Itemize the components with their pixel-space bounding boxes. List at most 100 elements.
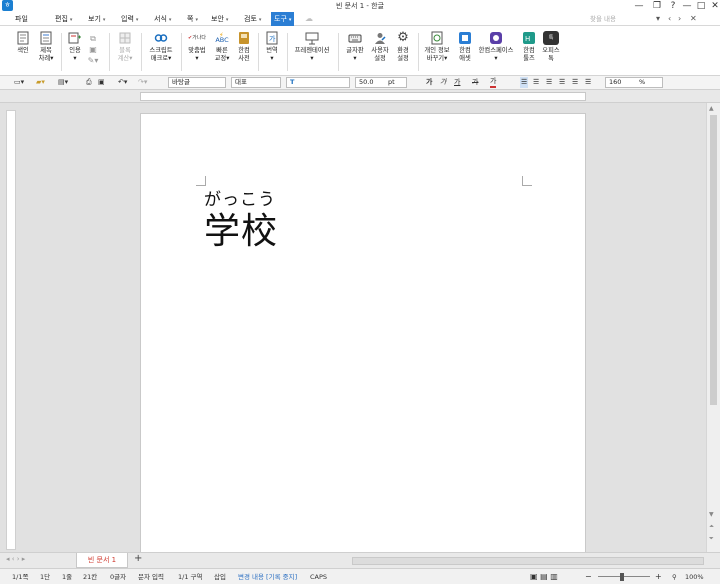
ribbon-separator xyxy=(141,33,142,71)
menu-bar: 파일 편집 ▾ 보기 ▾ 입력 ▾ 서식 ▾ 쪽 ▾ 보안 ▾ 검토 ▾ 도구 ▾ ☁ 찾을 내… xyxy=(0,12,720,26)
spellcheck-button[interactable]: ✔가나다 맞춤법 ▾ xyxy=(184,31,210,75)
hancom-asset-button[interactable]: 한컴 애셋 xyxy=(454,31,476,75)
hancom-tools-button[interactable]: H 한컴 툴즈 xyxy=(518,31,540,75)
menu-insert[interactable]: 입력 ▾ xyxy=(118,12,141,26)
search-prev-icon[interactable]: ‹ xyxy=(668,12,671,24)
ribbon-separator xyxy=(109,33,110,71)
menu-tools[interactable]: 도구 ▾ xyxy=(271,12,295,26)
status-track-changes[interactable]: 변경 내용 [기록 중지] xyxy=(238,569,297,584)
menu-file[interactable]: 파일 xyxy=(12,12,31,26)
ribbon-collapse-button[interactable]: — xyxy=(630,0,648,12)
preferences-button[interactable]: ⚙ 환경 설정 xyxy=(392,31,414,75)
magnifier-icon[interactable]: ⚲ xyxy=(672,569,677,584)
status-insert[interactable]: 삽입 xyxy=(214,569,226,584)
italic-button[interactable]: 가 xyxy=(440,77,446,88)
cloud-icon[interactable]: ☁ xyxy=(305,14,313,23)
menu-edit[interactable]: 편집 ▾ xyxy=(52,12,75,26)
zoom-slider-handle[interactable] xyxy=(620,573,624,581)
translate-button[interactable]: 가 번역 ▾ xyxy=(261,31,283,75)
align-center-icon[interactable]: ☰ xyxy=(546,77,552,88)
redo-icon[interactable]: ↷▾ xyxy=(138,77,147,88)
zoom-out-icon[interactable]: − xyxy=(585,569,592,584)
toc-icon xyxy=(40,31,52,45)
office-talk-button[interactable]: 톡 오피스 톡 xyxy=(540,31,562,75)
open-folder-icon[interactable]: ▰▾ xyxy=(36,77,45,88)
dictionary-button[interactable]: 한컴 사전 xyxy=(234,31,254,75)
menu-format[interactable]: 서식 ▾ xyxy=(151,12,174,26)
citation-icon xyxy=(68,32,81,44)
block-calc-button[interactable]: 블록 계산▾ xyxy=(113,31,137,75)
search-input[interactable]: 찾을 내용 xyxy=(590,14,650,24)
align-distribute-icon[interactable]: ☰ xyxy=(572,77,578,88)
view-mode-icons[interactable]: ▣ ▤ ▥ xyxy=(530,569,558,584)
zoom-in-icon[interactable]: + xyxy=(655,569,662,584)
menu-review[interactable]: 검토 ▾ xyxy=(241,12,264,26)
ribbon-separator xyxy=(418,33,419,71)
scroll-up-icon[interactable]: ▲ xyxy=(709,105,714,112)
menu-view[interactable]: 보기 ▾ xyxy=(85,12,108,26)
align-divide-icon[interactable]: ☰ xyxy=(585,77,591,88)
bold-button[interactable]: 가 xyxy=(426,77,432,88)
font-color-button[interactable]: 가 xyxy=(490,77,497,88)
status-column: 1단 xyxy=(40,573,51,581)
svg-text:H: H xyxy=(525,35,530,43)
chevron-down-icon: ▾ xyxy=(102,17,106,23)
undo-icon[interactable]: ↶▾ xyxy=(118,77,127,88)
status-chars: 0글자 xyxy=(110,573,127,581)
font-size-input[interactable]: 50.0 pt xyxy=(355,77,407,88)
presentation-button[interactable]: 프레젠테이션 ▾ xyxy=(290,31,334,75)
next-page-icon[interactable]: ⏷ xyxy=(709,535,714,543)
close-button[interactable]: ✕ xyxy=(706,0,720,12)
menu-page[interactable]: 쪽 ▾ xyxy=(184,12,201,26)
print-icon[interactable]: ⎙ xyxy=(86,77,92,88)
menu-close-icon[interactable]: ✕ xyxy=(690,12,697,24)
title-bar: ㅎ 빈 문서 1 - 한글 — ❐ ? — □ ✕ xyxy=(0,0,720,12)
strikethrough-button[interactable]: 가 xyxy=(472,77,478,88)
tab-nav-icons[interactable]: ◂ ‹ › ▸ xyxy=(6,555,25,563)
tools-ribbon: 색인 제목 차례▾ 인용 ▾ ⧉ ▣ ✎▾ 블록 계산▾ 스크립트 매크로▾ ✔가나다 맞춤… xyxy=(0,27,720,76)
user-settings-button[interactable]: 사용자 설정 xyxy=(368,31,392,75)
vertical-ruler[interactable] xyxy=(6,110,16,550)
horizontal-ruler[interactable] xyxy=(140,92,586,101)
quick-correct-button[interactable]: ⚡ ABC 빠른 교정▾ xyxy=(210,31,234,75)
keyboard-layout-button[interactable]: 글자판 ▾ xyxy=(342,31,368,75)
language-select[interactable]: 대표 xyxy=(231,77,281,88)
new-document-icon[interactable]: ▭▾ xyxy=(14,77,24,88)
underline-button[interactable]: 가 xyxy=(454,77,460,88)
status-zoom: 100% xyxy=(685,573,704,581)
prev-page-icon[interactable]: ⏶ xyxy=(709,523,714,531)
chevron-down-icon: ▾ xyxy=(168,17,172,23)
chevron-down-icon: ▾ xyxy=(69,17,73,23)
search-next-icon[interactable]: › xyxy=(678,12,681,24)
align-justify-icon[interactable]: ☰ xyxy=(520,77,529,88)
scrollbar-thumb[interactable] xyxy=(710,115,717,405)
status-input-mode[interactable]: 문자 입력 xyxy=(138,569,164,584)
privacy-replace-button[interactable]: 개인 정보 바꾸기▾ xyxy=(421,31,453,75)
zoom-slider[interactable] xyxy=(598,576,650,577)
line-spacing-input[interactable]: 160% xyxy=(605,77,663,88)
status-line: 1줄 xyxy=(62,573,73,581)
hancom-space-button[interactable]: 한컴스페이스 ▾ xyxy=(476,31,516,75)
save-icon[interactable]: ▤▾ xyxy=(58,77,68,88)
align-left-icon[interactable]: ☰ xyxy=(533,77,539,88)
scroll-down-icon[interactable]: ▼ xyxy=(709,511,714,518)
preview-icon[interactable]: ▣ xyxy=(98,77,105,88)
align-right-icon[interactable]: ☰ xyxy=(559,77,565,88)
citation-button[interactable]: 인용 ▾ xyxy=(64,31,86,75)
ribbon-separator xyxy=(61,33,62,71)
index-icon xyxy=(17,31,29,45)
citation-small-tools[interactable]: ⧉ ▣ ✎▾ xyxy=(86,33,100,69)
tab-document[interactable]: 빈 문서 1 xyxy=(76,553,128,568)
font-select[interactable]: T xyxy=(286,77,350,88)
horizontal-scrollbar[interactable] xyxy=(352,557,704,565)
script-macro-button[interactable]: 스크립트 매크로▾ xyxy=(145,31,177,75)
search-dropdown-icon[interactable]: ▾ xyxy=(656,12,660,24)
document-page[interactable] xyxy=(140,113,586,553)
index-button[interactable]: 색인 xyxy=(12,31,34,75)
vertical-scrollbar[interactable]: ▲ ▼ ⏶ ⏷ xyxy=(706,103,720,552)
style-select[interactable]: 바탕글 xyxy=(168,77,226,88)
ribbon-separator xyxy=(258,33,259,71)
menu-security[interactable]: 보안 ▾ xyxy=(208,12,231,26)
add-tab-button[interactable]: + xyxy=(134,553,142,564)
toc-button[interactable]: 제목 차례▾ xyxy=(34,31,58,75)
